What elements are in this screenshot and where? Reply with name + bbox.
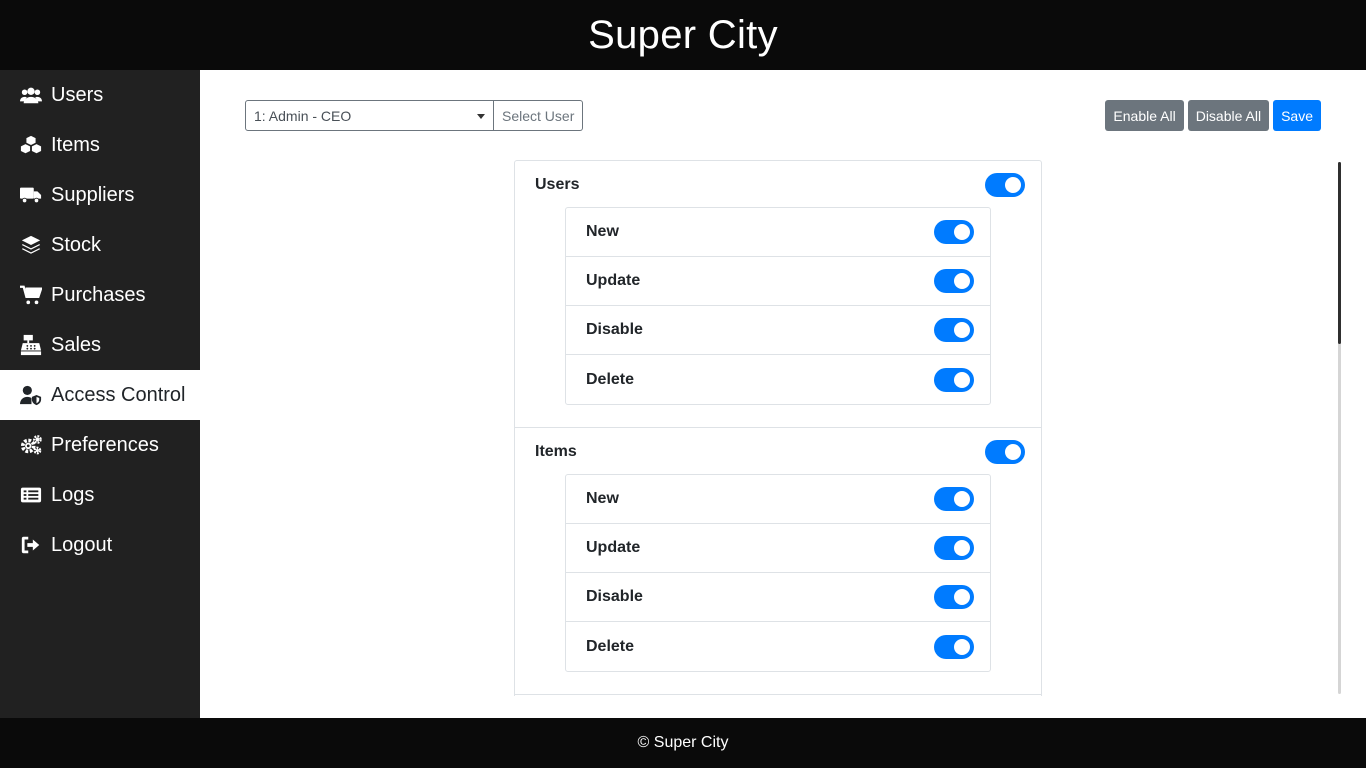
list-item: New (566, 475, 990, 524)
permission-toggle[interactable] (934, 269, 974, 293)
list-item: Update (566, 524, 990, 573)
chevron-down-icon (477, 114, 485, 119)
permission-toggle[interactable] (934, 318, 974, 342)
permission-toggle[interactable] (934, 367, 974, 392)
sidebar-item-label: Items (51, 133, 100, 156)
permission-label: New (586, 490, 619, 507)
sidebar-item-purchases[interactable]: Purchases (0, 270, 200, 320)
permission-section-users: Users New Update Disable Delete (515, 161, 1041, 428)
permission-toggle[interactable] (934, 487, 974, 511)
permission-label: Update (586, 539, 641, 556)
permission-toggle[interactable] (934, 536, 974, 560)
permission-section-items: Items New Update Disable Delete (515, 428, 1041, 695)
sidebar-item-label: Logout (51, 533, 113, 556)
scrollbar[interactable] (1338, 162, 1341, 694)
permission-toggle[interactable] (934, 220, 974, 244)
permission-label: New (586, 223, 619, 240)
footer-text: © Super City (637, 734, 729, 751)
permission-toggle[interactable] (934, 634, 974, 659)
sidebar-item-label: Users (51, 83, 104, 106)
permission-toggle[interactable] (934, 585, 974, 609)
sidebar: Users Items Suppliers Stock Purchases Sa… (0, 70, 200, 718)
sidebar-item-label: Purchases (51, 283, 146, 306)
permission-label: Disable (586, 321, 643, 338)
layers-icon (20, 234, 42, 256)
disable-all-button[interactable]: Disable All (1187, 100, 1270, 131)
cash-register-icon (20, 334, 42, 356)
sidebar-item-label: Preferences (51, 433, 159, 456)
sidebar-item-access-control[interactable]: Access Control (0, 370, 200, 420)
user-shield-icon (20, 384, 42, 406)
permission-label: Disable (586, 588, 643, 605)
user-dropdown[interactable]: 1: Admin - CEO (245, 100, 494, 131)
section-toggle-items[interactable] (985, 440, 1025, 464)
sidebar-item-label: Logs (51, 483, 95, 506)
save-button[interactable]: Save (1273, 100, 1321, 131)
sidebar-item-items[interactable]: Items (0, 120, 200, 170)
truck-icon (20, 184, 42, 206)
permissions-panel: Users New Update Disable Delete Items Ne… (514, 160, 1042, 696)
sidebar-item-label: Stock (51, 233, 102, 256)
sign-out-icon (20, 534, 42, 556)
section-title: Items (535, 443, 577, 460)
section-toggle-users[interactable] (985, 173, 1025, 197)
list-icon (20, 484, 42, 506)
sidebar-item-label: Sales (51, 333, 102, 356)
app-footer: © Super City (0, 718, 1366, 768)
app-header: Super City (0, 0, 1366, 70)
permission-label: Update (586, 272, 641, 289)
sidebar-item-logout[interactable]: Logout (0, 520, 200, 570)
list-item: New (566, 208, 990, 257)
cart-icon (20, 284, 42, 306)
permission-list: New Update Disable Delete (565, 207, 991, 405)
scrollbar-thumb[interactable] (1338, 162, 1341, 344)
top-actions: Enable All Disable All Save (1105, 100, 1321, 131)
permission-label: Delete (586, 637, 635, 655)
users-icon (20, 84, 42, 106)
list-item: Disable (566, 306, 990, 355)
sidebar-item-users[interactable]: Users (0, 70, 200, 120)
permission-list: New Update Disable Delete (565, 474, 991, 672)
sidebar-item-label: Access Control (51, 383, 186, 406)
list-item: Delete (566, 355, 990, 404)
gears-icon (20, 434, 42, 456)
select-user-button[interactable]: Select User (494, 100, 584, 131)
sidebar-item-suppliers[interactable]: Suppliers (0, 170, 200, 220)
sidebar-item-label: Suppliers (51, 183, 135, 206)
list-item: Disable (566, 573, 990, 622)
sidebar-item-preferences[interactable]: Preferences (0, 420, 200, 470)
section-title: Users (535, 176, 580, 193)
enable-all-button[interactable]: Enable All (1105, 100, 1184, 131)
list-item: Delete (566, 622, 990, 671)
permission-label: Delete (586, 370, 635, 388)
list-item: Update (566, 257, 990, 306)
sidebar-item-logs[interactable]: Logs (0, 470, 200, 520)
cubes-icon (20, 134, 42, 156)
main-content: 1: Admin - CEO Select User Enable All Di… (200, 70, 1366, 718)
app-title: Super City (588, 12, 778, 57)
sidebar-item-stock[interactable]: Stock (0, 220, 200, 270)
user-select-group: 1: Admin - CEO Select User (245, 100, 584, 131)
user-dropdown-value: 1: Admin - CEO (254, 107, 352, 124)
sidebar-item-sales[interactable]: Sales (0, 320, 200, 370)
